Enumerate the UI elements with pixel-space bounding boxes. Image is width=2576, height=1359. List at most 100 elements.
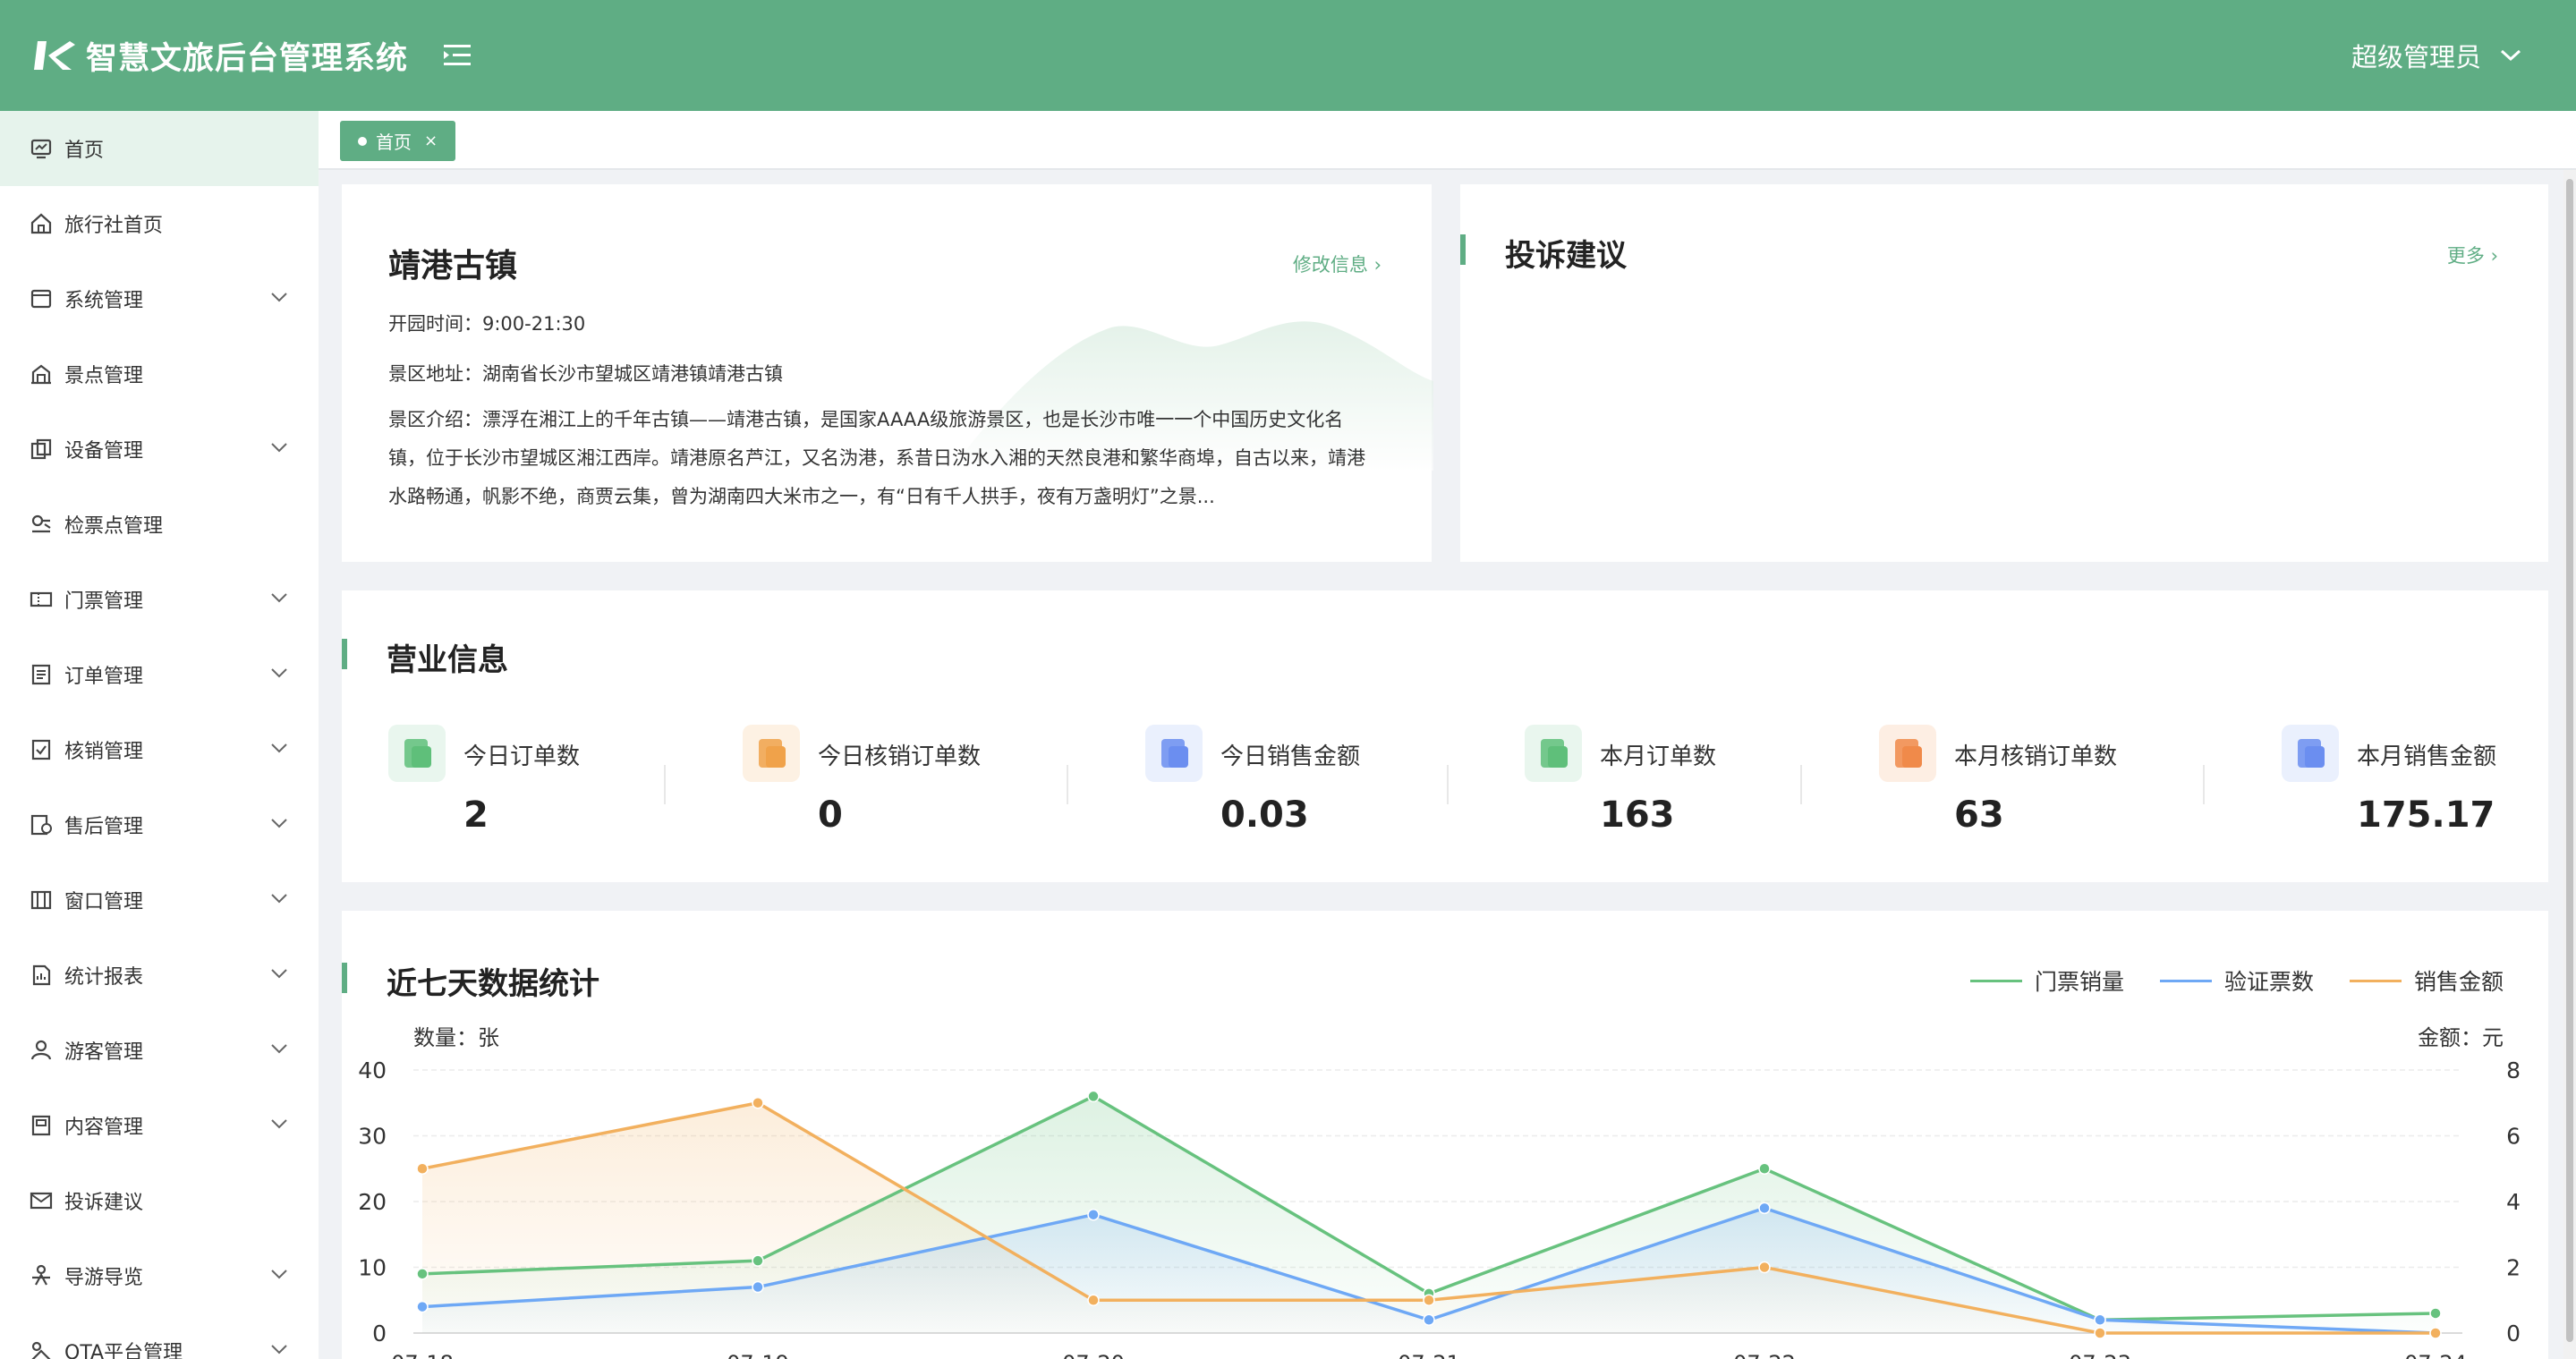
system-icon bbox=[30, 289, 52, 309]
data-point bbox=[752, 1280, 764, 1294]
chevron-down-icon bbox=[271, 293, 287, 302]
stat-divider bbox=[1447, 765, 1449, 804]
stat-label: 本月核销订单数 bbox=[1954, 743, 2118, 770]
chevron-down-icon bbox=[271, 969, 287, 979]
sidebar-item[interactable]: 旅行社首页 bbox=[0, 186, 319, 261]
data-point bbox=[1758, 1261, 1771, 1274]
page-scrollbar[interactable] bbox=[2563, 170, 2576, 1359]
sidebar-item[interactable]: 内容管理 bbox=[0, 1088, 319, 1163]
title-accent-bar bbox=[342, 639, 347, 669]
device-icon bbox=[30, 438, 52, 460]
sidebar-item-label: 系统管理 bbox=[64, 290, 144, 312]
sidebar-item[interactable]: 订单管理 bbox=[0, 637, 319, 712]
chevron-down-icon bbox=[271, 668, 287, 678]
chevron-right-icon: › bbox=[1373, 254, 1382, 276]
sidebar-item-label: 核销管理 bbox=[64, 741, 144, 763]
sidebar-item[interactable]: 核销管理 bbox=[0, 712, 319, 787]
stat-divider bbox=[664, 765, 666, 804]
sidebar-item[interactable]: 门票管理 bbox=[0, 562, 319, 637]
month-sales-icon bbox=[2282, 725, 2339, 782]
chevron-right-icon: › bbox=[2490, 245, 2498, 267]
data-point bbox=[1087, 1208, 1100, 1221]
complaint-card: 投诉建议 更多 › bbox=[1460, 184, 2548, 562]
data-point bbox=[1423, 1313, 1435, 1327]
line-chart: 0 10 20 30 40 0 2 4 6 8 07-18 07-19 07-20 07-21 07-22 0… bbox=[358, 1057, 2521, 1359]
complaint-title: 投诉建议 bbox=[1505, 238, 1627, 274]
sidebar-item[interactable]: 导游导览 bbox=[0, 1238, 319, 1313]
right-tick-label: 4 bbox=[2506, 1189, 2521, 1215]
edit-info-label: 修改信息 bbox=[1292, 254, 1368, 276]
stat-divider bbox=[1067, 765, 1068, 804]
stat-value: 0 bbox=[818, 794, 843, 836]
user-menu[interactable]: 超级管理员 bbox=[2351, 0, 2522, 111]
left-tick-label: 10 bbox=[358, 1255, 387, 1281]
data-point bbox=[752, 1254, 764, 1267]
stat-value: 163 bbox=[1600, 794, 1675, 836]
sidebar-item[interactable]: 检票点管理 bbox=[0, 487, 319, 562]
stat-value: 0.03 bbox=[1220, 794, 1309, 836]
sidebar-item[interactable]: 设备管理 bbox=[0, 412, 319, 487]
x-tick-label: 07-18 bbox=[391, 1351, 454, 1359]
checkpoint-icon bbox=[31, 514, 51, 533]
sidebar: 首页 旅行社首页系统管理景点管理设备管理检票点管理门票管理订单管理核销管理售后管理… bbox=[0, 111, 319, 1359]
app-title: 智慧文旅后台管理系统 bbox=[86, 40, 409, 77]
chevron-down-icon bbox=[271, 1119, 287, 1129]
title-accent-bar bbox=[1460, 234, 1466, 265]
data-point bbox=[1087, 1090, 1100, 1103]
content-icon bbox=[31, 1115, 51, 1136]
sidebar-item[interactable]: 投诉建议 bbox=[0, 1163, 319, 1238]
sidebar-item-label: 门票管理 bbox=[64, 590, 144, 613]
monitor-icon bbox=[30, 139, 52, 159]
right-tick-label: 2 bbox=[2506, 1255, 2521, 1281]
close-icon[interactable]: × bbox=[424, 132, 438, 150]
window-icon bbox=[30, 890, 52, 910]
sidebar-item[interactable]: 售后管理 bbox=[0, 787, 319, 862]
sidebar-item[interactable]: 系统管理 bbox=[0, 261, 319, 336]
home-icon bbox=[30, 213, 52, 234]
scenic-name: 靖港古镇 bbox=[388, 248, 518, 285]
right-tick-label: 6 bbox=[2506, 1124, 2521, 1150]
more-link[interactable]: 更多 › bbox=[2447, 242, 2498, 268]
sidebar-item-label: 景点管理 bbox=[64, 365, 144, 387]
x-tick-label: 07-20 bbox=[1062, 1351, 1125, 1359]
right-tick-label: 0 bbox=[2506, 1321, 2521, 1346]
sidebar-item[interactable]: 首页 bbox=[0, 111, 319, 186]
sidebar-item[interactable]: 游客管理 bbox=[0, 1013, 319, 1088]
report-icon bbox=[32, 964, 51, 986]
data-point bbox=[416, 1300, 429, 1313]
data-point bbox=[2429, 1327, 2442, 1339]
chart-card: 近七天数据统计 门票销量 验证票数 销售金额 数量：张 金额：元 0 10 20 30 40… bbox=[342, 911, 2548, 1359]
right-tick-label: 8 bbox=[2506, 1057, 2521, 1083]
menu-fold-icon[interactable] bbox=[442, 41, 476, 70]
scroll-thumb[interactable] bbox=[2566, 179, 2573, 1342]
month-order-icon bbox=[1525, 725, 1582, 782]
sidebar-item[interactable]: 统计报表 bbox=[0, 938, 319, 1013]
chevron-down-icon bbox=[271, 1345, 287, 1355]
month-verify-icon bbox=[1879, 725, 1936, 782]
x-tick-label: 07-21 bbox=[1398, 1351, 1460, 1359]
tab-bar: 首页 × bbox=[319, 111, 2576, 170]
aftersale-icon bbox=[30, 814, 52, 836]
tab-label: 首页 bbox=[376, 132, 412, 153]
verify-icon bbox=[31, 739, 51, 760]
sidebar-item[interactable]: 窗口管理 bbox=[0, 862, 319, 938]
sidebar-item-label: 投诉建议 bbox=[64, 1192, 144, 1214]
user-icon bbox=[30, 1040, 52, 1060]
more-label: 更多 bbox=[2446, 245, 2485, 267]
order-chart-icon bbox=[388, 725, 446, 782]
tab-home[interactable]: 首页 × bbox=[340, 121, 456, 161]
data-point bbox=[1758, 1162, 1771, 1175]
sidebar-item[interactable]: 景点管理 bbox=[0, 336, 319, 412]
sidebar-item[interactable]: OTA平台管理 bbox=[0, 1313, 319, 1359]
chevron-down-icon bbox=[271, 593, 287, 603]
stat-value: 63 bbox=[1954, 794, 2004, 836]
sidebar-item-label: 售后管理 bbox=[64, 816, 144, 838]
mail-icon bbox=[30, 1192, 53, 1210]
app-logo[interactable]: 智慧文旅后台管理系统 bbox=[34, 33, 408, 79]
ota-icon bbox=[31, 1341, 51, 1359]
chevron-down-icon bbox=[271, 443, 287, 453]
chevron-down-icon bbox=[271, 743, 287, 753]
sidebar-item-label: 检票点管理 bbox=[64, 515, 164, 538]
user-name: 超级管理员 bbox=[2351, 42, 2481, 72]
edit-info-link[interactable]: 修改信息 › bbox=[1293, 251, 1382, 277]
